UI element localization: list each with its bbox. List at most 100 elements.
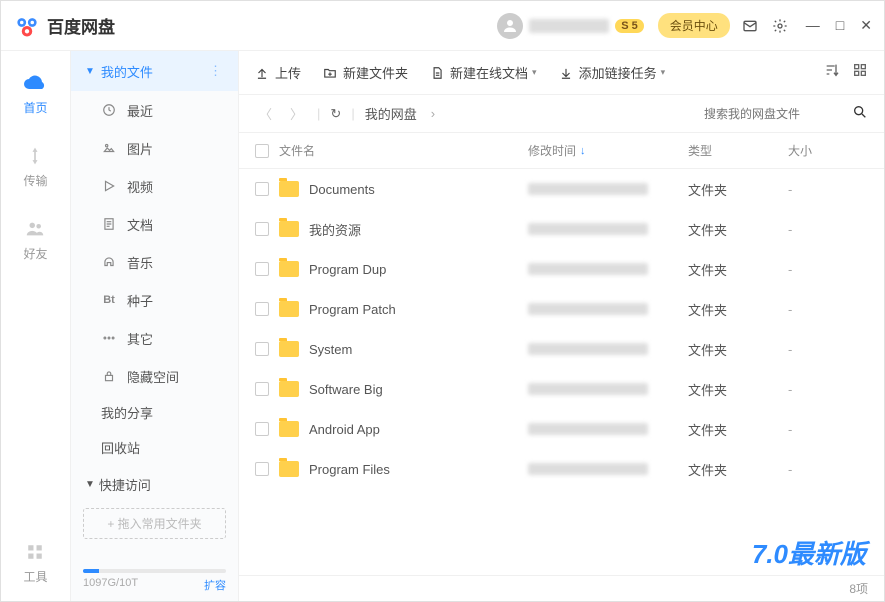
other-icon — [101, 331, 117, 345]
maximize-button[interactable]: □ — [836, 17, 844, 34]
avatar[interactable] — [497, 13, 523, 39]
sidebar-item-bt[interactable]: Bt种子 — [71, 281, 238, 319]
folder-icon — [279, 181, 299, 197]
new-online-doc-button[interactable]: 新建在线文档 ▾ — [430, 63, 537, 82]
view-grid-icon[interactable] — [852, 62, 868, 83]
file-row[interactable]: Software Big文件夹- — [239, 369, 884, 409]
quick-access-drop[interactable]: + 拖入常用文件夹 — [83, 508, 226, 539]
refresh-button[interactable]: ↻ — [330, 106, 341, 122]
storage-text: 1097G/10T — [83, 577, 138, 593]
storage-meter: 1097G/10T 扩容 — [71, 563, 238, 601]
row-checkbox[interactable] — [255, 182, 269, 196]
file-size: - — [788, 262, 868, 277]
file-size: - — [788, 462, 868, 477]
sidebar-my-files[interactable]: ▼ 我的文件 ⋮ — [71, 51, 238, 91]
vip-center-button[interactable]: 会员中心 — [658, 13, 730, 38]
add-link-button[interactable]: 添加链接任务 ▾ — [559, 63, 666, 82]
folder-icon — [279, 301, 299, 317]
row-checkbox[interactable] — [255, 422, 269, 436]
upload-button[interactable]: 上传 — [255, 63, 301, 82]
sort-icon[interactable] — [824, 62, 840, 83]
sidebar: ▼ 我的文件 ⋮ 最近图片视频文档音乐 Bt种子其它隐藏空间 我的分享 回收站 ▼… — [71, 51, 239, 601]
file-name: Program Files — [309, 462, 528, 477]
toolbar: 上传 新建文件夹 新建在线文档 ▾ 添加链接任务 ▾ — [239, 51, 884, 95]
row-checkbox[interactable] — [255, 462, 269, 476]
sidebar-item-other[interactable]: 其它 — [71, 319, 238, 357]
col-name[interactable]: 文件名 — [279, 142, 528, 159]
rail-friends[interactable]: 好友 — [23, 217, 47, 262]
file-size: - — [788, 182, 868, 197]
col-size[interactable]: 大小 — [788, 142, 868, 159]
select-all-checkbox[interactable] — [255, 144, 269, 158]
sidebar-item-music[interactable]: 音乐 — [71, 243, 238, 281]
search-icon[interactable] — [852, 104, 868, 123]
file-time — [528, 423, 688, 435]
image-icon — [101, 141, 117, 155]
rail-tools[interactable]: 工具 — [23, 540, 47, 585]
file-type: 文件夹 — [688, 260, 788, 279]
sidebar-recycle[interactable]: 回收站 — [71, 430, 238, 465]
row-checkbox[interactable] — [255, 302, 269, 316]
sidebar-item-label: 视频 — [127, 177, 153, 196]
file-type: 文件夹 — [688, 340, 788, 359]
row-checkbox[interactable] — [255, 222, 269, 236]
folder-icon — [279, 461, 299, 477]
file-name: Android App — [309, 422, 528, 437]
user-area[interactable]: S 5 — [497, 13, 644, 39]
sidebar-quick-access[interactable]: ▼ 快捷访问 — [71, 465, 238, 504]
sidebar-item-doc[interactable]: 文档 — [71, 205, 238, 243]
s-badge: S 5 — [615, 19, 644, 33]
nav-back-button[interactable]: 〈 — [255, 104, 276, 123]
file-time — [528, 343, 688, 355]
download-icon — [559, 66, 573, 80]
file-type: 文件夹 — [688, 380, 788, 399]
file-row[interactable]: Android App文件夹- — [239, 409, 884, 449]
rail-transfer[interactable]: 传输 — [23, 144, 47, 189]
sidebar-item-label: 音乐 — [127, 253, 153, 272]
file-row[interactable]: Program Patch文件夹- — [239, 289, 884, 329]
expand-storage-link[interactable]: 扩容 — [204, 577, 226, 593]
gear-icon[interactable] — [772, 18, 788, 34]
sidebar-item-lock[interactable]: 隐藏空间 — [71, 357, 238, 395]
rail-home[interactable]: 首页 — [23, 71, 47, 116]
chevron-down-icon: ▼ — [85, 479, 95, 490]
file-row[interactable]: Program Dup文件夹- — [239, 249, 884, 289]
folder-icon — [279, 421, 299, 437]
new-folder-icon — [323, 66, 337, 80]
file-row[interactable]: System文件夹- — [239, 329, 884, 369]
minimize-button[interactable]: — — [806, 17, 820, 34]
transfer-icon — [23, 144, 47, 168]
file-time — [528, 383, 688, 395]
file-row[interactable]: 我的资源文件夹- — [239, 209, 884, 249]
clock-icon — [101, 103, 117, 117]
file-size: - — [788, 342, 868, 357]
chevron-down-icon: ▾ — [661, 67, 666, 78]
sidebar-item-clock[interactable]: 最近 — [71, 91, 238, 129]
col-type[interactable]: 类型 — [688, 142, 788, 159]
new-folder-button[interactable]: 新建文件夹 — [323, 63, 408, 82]
file-name: Software Big — [309, 382, 528, 397]
sidebar-item-label: 种子 — [127, 291, 153, 310]
file-row[interactable]: Program Files文件夹- — [239, 449, 884, 489]
chevron-right-icon: › — [431, 106, 435, 121]
baidu-netdisk-logo-icon — [13, 12, 41, 40]
col-time[interactable]: 修改时间↓ — [528, 142, 688, 159]
row-checkbox[interactable] — [255, 342, 269, 356]
row-checkbox[interactable] — [255, 382, 269, 396]
breadcrumb-root[interactable]: 我的网盘 — [365, 104, 417, 123]
sidebar-item-image[interactable]: 图片 — [71, 129, 238, 167]
sidebar-my-share[interactable]: 我的分享 — [71, 395, 238, 430]
sidebar-item-video[interactable]: 视频 — [71, 167, 238, 205]
nav-forward-button[interactable]: 〉 — [286, 104, 307, 123]
file-name: Program Patch — [309, 302, 528, 317]
more-icon[interactable]: ⋮ — [209, 63, 224, 79]
row-checkbox[interactable] — [255, 262, 269, 276]
file-row[interactable]: Documents文件夹- — [239, 169, 884, 209]
mail-icon[interactable] — [742, 18, 758, 34]
file-size: - — [788, 222, 868, 237]
app-name: 百度网盘 — [47, 13, 115, 38]
search-input[interactable] — [704, 107, 844, 121]
folder-icon — [279, 221, 299, 237]
file-time — [528, 303, 688, 315]
close-button[interactable]: ✕ — [860, 17, 872, 34]
